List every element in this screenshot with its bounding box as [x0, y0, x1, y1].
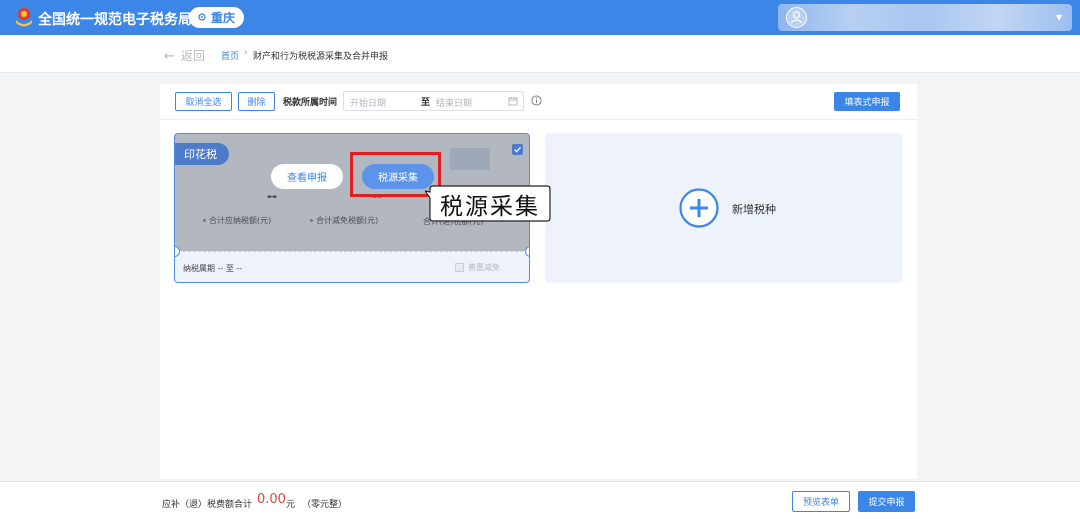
tax-type-tag: 印花税 [175, 143, 229, 165]
total-label: 应补（退）税费额合计 [162, 500, 253, 510]
bullet-icon [203, 219, 206, 222]
tax-period-text: 纳税属期 -- 至 -- [183, 264, 243, 273]
view-declaration-button[interactable]: 查看申报 [271, 164, 343, 189]
card-select-checkbox[interactable] [512, 144, 523, 155]
back-button[interactable]: ← 返回 [164, 47, 205, 64]
site-title: 全国统一规范电子税务局 [38, 12, 192, 28]
city-label: 重庆 [211, 11, 236, 25]
total-amount: 0.00 [257, 492, 286, 507]
back-label: 返回 [180, 49, 205, 63]
check-icon [514, 146, 521, 153]
bullet-icon [310, 219, 313, 222]
top-bar: 全国统一规范电子税务局 重庆 ▼ [0, 0, 1080, 35]
checkbox-box [455, 263, 464, 272]
inclusive-relief-label: 普惠减免 [468, 263, 500, 272]
tax-emblem-icon [16, 8, 32, 27]
chevron-down-icon: ▼ [1056, 13, 1063, 22]
info-icon[interactable] [531, 95, 542, 106]
footer-bar: 应补（退）税费额合计 0.00 元 （零元整） 预览表单 提交申报 [0, 481, 1080, 519]
tax-period-label: 税款所属时间 [283, 98, 338, 108]
cancel-select-all-button[interactable]: 取消全选 [175, 92, 232, 111]
plus-circle-icon[interactable] [678, 187, 720, 229]
avatar [786, 7, 807, 28]
breadcrumb-current: 财产和行为税税源采集及合并申报 [253, 52, 389, 62]
date-range-to: 至 [421, 98, 431, 108]
total-unit: 元 [286, 500, 296, 510]
breadcrumb-separator: › [244, 48, 248, 58]
total-amount-chinese: （零元整） [302, 500, 348, 510]
preview-form-button[interactable]: 预览表单 [792, 491, 850, 512]
end-date-input[interactable]: 结束日期 [436, 96, 472, 109]
card-notch-left [175, 246, 180, 257]
date-range-picker[interactable]: 开始日期 至 结束日期 [343, 91, 524, 111]
card-divider [183, 251, 523, 252]
location-pin-icon [198, 12, 206, 21]
arrow-left-icon: ← [164, 49, 175, 64]
user-icon [790, 11, 803, 24]
payable-amount-value: -- [267, 189, 277, 203]
city-selector[interactable]: 重庆 [189, 7, 245, 28]
fill-form-declare-button[interactable]: 填表式申报 [834, 92, 900, 111]
relief-amount-label: 合计减免税额(元) [310, 215, 378, 226]
submit-declaration-button[interactable]: 提交申报 [858, 491, 915, 512]
delete-button[interactable]: 删除 [238, 92, 275, 111]
add-tax-type-label: 新增税种 [732, 203, 776, 216]
breadcrumb: ← 返回 首页 › 财产和行为税税源采集及合并申报 [0, 35, 1080, 73]
main-panel: 取消全选 删除 税款所属时间 开始日期 至 结束日期 填表式申报 印花税 -- … [160, 84, 917, 479]
user-menu[interactable]: ▼ [778, 4, 1072, 31]
payable-amount-label: 合计应纳税额(元) [203, 215, 271, 226]
callout-text: 税源采集 [440, 194, 540, 220]
calendar-icon [508, 97, 518, 106]
breadcrumb-home-link[interactable]: 首页 [221, 49, 239, 62]
toolbar-divider [160, 119, 917, 120]
relief-amount-text: 合计减免税额(元) [316, 216, 379, 225]
card-notch-right [525, 246, 529, 257]
card-background-decoration [450, 148, 490, 170]
start-date-input[interactable]: 开始日期 [350, 96, 386, 109]
inclusive-relief-checkbox[interactable]: 普惠减免 [455, 262, 500, 273]
payable-amount-text: 合计应纳税额(元) [209, 216, 272, 225]
add-tax-type-card[interactable]: 新增税种 [545, 133, 902, 283]
